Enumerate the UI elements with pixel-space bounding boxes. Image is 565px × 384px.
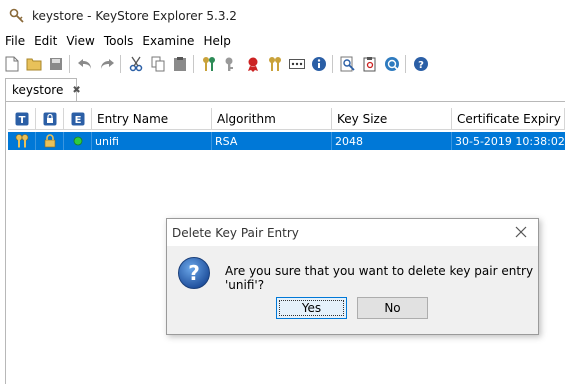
tab-label: keystore <box>12 83 64 97</box>
menu-help[interactable]: Help <box>198 34 234 48</box>
column-header-key-size[interactable]: Key Size <box>332 108 452 130</box>
cell-entry-name: unifi <box>92 132 212 150</box>
toolbar-separator <box>332 54 333 73</box>
cell-algorithm: RSA <box>212 132 332 150</box>
close-icon[interactable] <box>513 224 529 240</box>
yes-button[interactable]: Yes <box>276 297 347 319</box>
key-pair-icon <box>8 132 36 150</box>
menu-tools[interactable]: Tools <box>99 34 138 48</box>
svg-text:E: E <box>74 115 81 126</box>
menu-examine[interactable]: Examine <box>137 34 198 48</box>
expiry-column-icon: E <box>71 112 84 126</box>
lock-icon <box>36 132 64 150</box>
toolbar-separator <box>120 54 121 73</box>
tab-close-icon[interactable]: ✖ <box>72 85 80 96</box>
examine-clipboard-icon[interactable] <box>360 54 380 74</box>
column-header-type[interactable]: T <box>8 108 36 130</box>
toolbar-separator <box>193 54 194 73</box>
toolbar: ? <box>0 52 565 75</box>
copy-icon[interactable] <box>148 54 168 74</box>
menu-bar: File Edit View Tools Examine Help <box>0 31 565 51</box>
toolbar-separator <box>405 54 406 73</box>
menu-edit[interactable]: Edit <box>29 34 61 48</box>
menu-file[interactable]: File <box>0 34 29 48</box>
table-row[interactable]: unifi RSA 2048 30-5-2019 10:38:02 ... <box>8 132 565 150</box>
type-column-icon: T <box>15 112 28 126</box>
lock-column-icon <box>43 112 56 125</box>
examine-file-icon[interactable] <box>338 54 358 74</box>
redo-icon[interactable] <box>97 54 117 74</box>
tab-strip: keystore ✖ <box>0 78 565 101</box>
question-icon: ? <box>178 257 210 289</box>
window-title: keystore - KeyStore Explorer 5.3.2 <box>32 8 237 23</box>
delete-key-pair-dialog: Delete Key Pair Entry ? Are you sure tha… <box>166 218 539 335</box>
open-icon[interactable] <box>24 54 44 74</box>
undo-icon[interactable] <box>75 54 95 74</box>
generate-key-pair-icon[interactable] <box>199 54 219 74</box>
set-password-icon[interactable] <box>287 54 307 74</box>
toolbar-separator <box>69 54 70 73</box>
column-header-lock[interactable] <box>36 108 64 130</box>
generate-secret-key-icon[interactable] <box>221 54 241 74</box>
dialog-title: Delete Key Pair Entry <box>172 225 299 240</box>
import-trusted-certificate-icon[interactable] <box>243 54 263 74</box>
dialog-message: Are you sure that you want to delete key… <box>225 264 534 292</box>
status-ok-icon <box>64 132 92 150</box>
help-icon[interactable]: ? <box>411 54 431 74</box>
svg-text:?: ? <box>188 261 200 285</box>
keystore-explorer-icon <box>9 8 24 23</box>
column-header-algorithm[interactable]: Algorithm <box>212 108 332 130</box>
properties-icon[interactable] <box>309 54 329 74</box>
table-header: T E Entry Name Algorithm Key Size Certif… <box>8 108 565 131</box>
cut-icon[interactable] <box>126 54 146 74</box>
dialog-title-bar: Delete Key Pair Entry <box>167 219 538 246</box>
paste-icon[interactable] <box>170 54 190 74</box>
tab-keystore[interactable]: keystore ✖ <box>5 78 81 101</box>
column-header-expiry-status[interactable]: E <box>64 108 92 130</box>
cell-certificate-expiry: 30-5-2019 10:38:02 ... <box>455 134 565 148</box>
cell-key-size: 2048 <box>332 132 452 150</box>
import-key-pair-icon[interactable] <box>265 54 285 74</box>
no-button[interactable]: No <box>357 297 428 319</box>
menu-view[interactable]: View <box>61 34 98 48</box>
new-icon[interactable] <box>2 54 22 74</box>
examine-ssl-icon[interactable] <box>382 54 402 74</box>
column-header-entry-name[interactable]: Entry Name <box>92 108 212 130</box>
save-icon[interactable] <box>46 54 66 74</box>
title-bar: keystore - KeyStore Explorer 5.3.2 <box>0 0 565 31</box>
svg-text:?: ? <box>418 60 424 71</box>
svg-text:T: T <box>18 115 25 126</box>
column-header-certificate-expiry[interactable]: Certificate Expiry <box>452 108 565 130</box>
